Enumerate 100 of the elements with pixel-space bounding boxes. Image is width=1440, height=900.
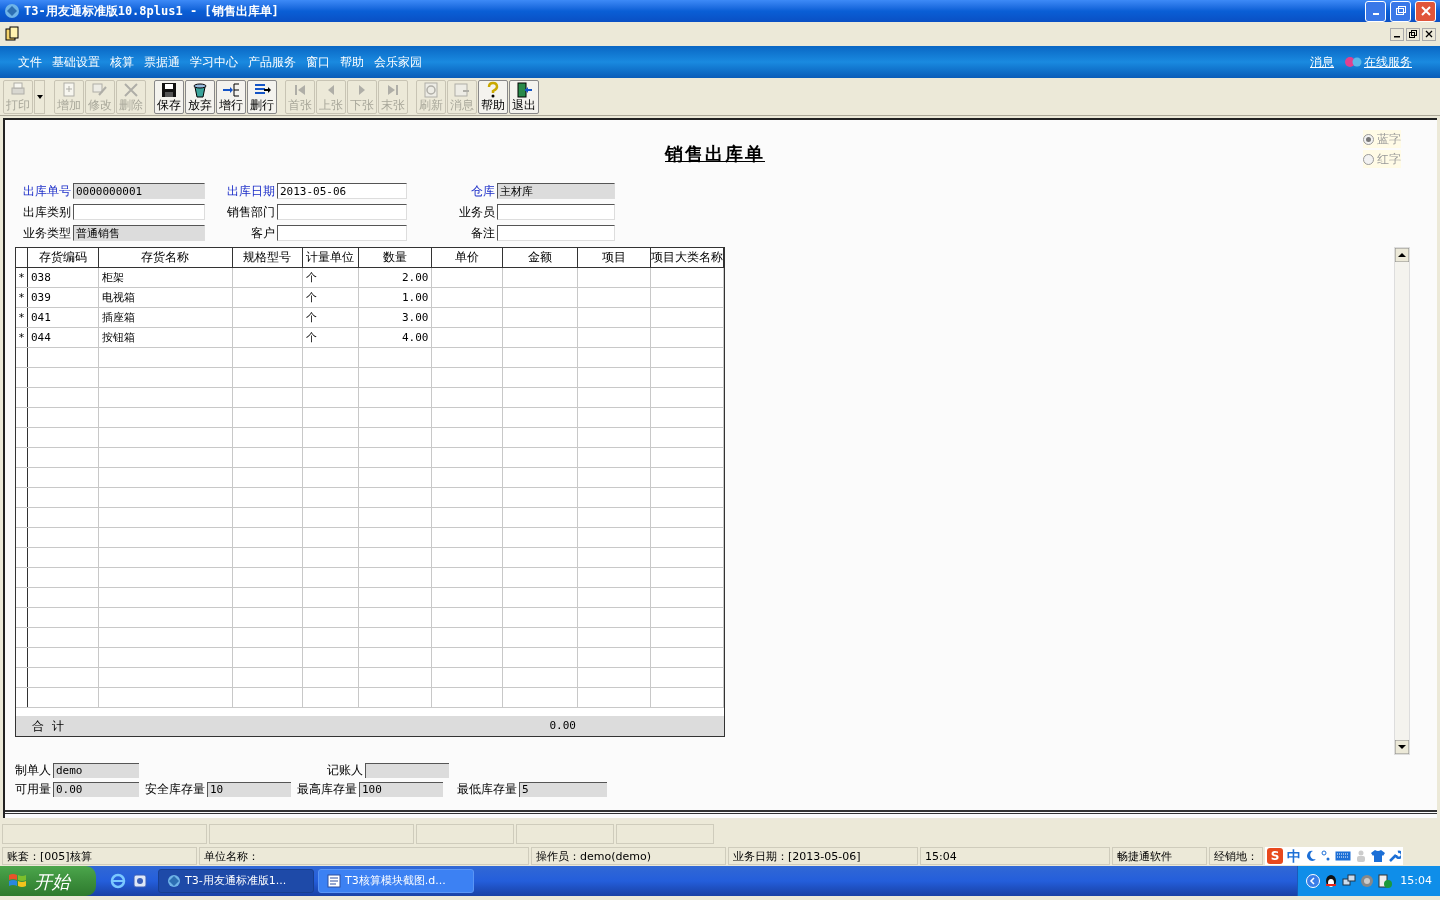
ime-logo: S	[1267, 848, 1283, 864]
form-title: 销售出库单	[665, 142, 765, 166]
table-cell: 个	[302, 328, 359, 347]
media-icon[interactable]	[1378, 874, 1393, 888]
input-field[interactable]: 2013-05-06	[277, 183, 407, 199]
field-label: 销售部门	[226, 204, 276, 221]
input-field[interactable]	[277, 225, 407, 241]
windows-logo-icon	[8, 872, 28, 890]
mdi-minimize-button[interactable]	[1390, 27, 1404, 41]
field-label: 制单人	[14, 762, 51, 779]
input-field[interactable]: 0000000001	[73, 183, 205, 199]
column-header[interactable]: 项目大类名称	[651, 248, 724, 267]
input-field[interactable]	[365, 762, 449, 778]
close-icon	[1425, 30, 1433, 38]
maximize-icon	[1394, 5, 1407, 17]
clock: 15:04	[1400, 872, 1432, 889]
input-field[interactable]	[497, 225, 615, 241]
radio-option[interactable]: 红字	[1363, 150, 1401, 168]
total-amount: 0.00	[549, 717, 576, 734]
table-cell: 电视箱	[98, 288, 233, 307]
field-label: 最低库存量	[456, 781, 517, 798]
start-button[interactable]: 开始	[0, 866, 96, 896]
taskbar-button[interactable]: T3核算模块截图.d...	[318, 869, 474, 893]
toolbar-button[interactable]: 放弃	[185, 79, 215, 114]
input-field[interactable]: 5	[519, 781, 607, 797]
total-label: 合 计	[32, 718, 64, 735]
toolbar-button[interactable]: 增行	[216, 79, 246, 114]
message-link[interactable]: 消息	[1310, 53, 1334, 71]
app-icon	[167, 874, 181, 888]
table-cell: 按钮箱	[98, 328, 233, 347]
status-pane: 单位名称：	[199, 847, 529, 865]
input-field[interactable]	[277, 204, 407, 220]
table-cell: 039	[28, 288, 99, 307]
restore-icon	[1409, 30, 1417, 38]
table-cell: 个	[302, 288, 359, 307]
toolbar-button[interactable]: 删行	[247, 79, 277, 114]
menu-item[interactable]: 基础设置	[52, 53, 100, 71]
input-field[interactable]: 普通销售	[73, 225, 205, 241]
menu-item[interactable]: 窗口	[306, 53, 330, 71]
input-field[interactable]	[73, 204, 205, 220]
field-label: 可用量	[14, 781, 51, 798]
add-row-icon	[222, 81, 240, 99]
table-cell: 3.00	[358, 308, 433, 327]
refresh-icon	[422, 81, 440, 99]
input-field[interactable]: 主材库	[497, 183, 615, 199]
dropdown-button[interactable]	[34, 79, 45, 114]
punctuation-icon[interactable]	[1321, 850, 1331, 862]
menu-item[interactable]: 帮助	[340, 53, 364, 71]
column-header[interactable]: 单价	[432, 248, 504, 267]
column-header[interactable]: 规格型号	[232, 248, 303, 267]
menu-item[interactable]: 学习中心	[190, 53, 238, 71]
network-icon[interactable]	[1342, 874, 1357, 888]
maximize-button[interactable]	[1390, 0, 1411, 22]
radio-option[interactable]: 蓝字	[1363, 130, 1401, 148]
menu-item[interactable]: 会乐家园	[374, 53, 422, 71]
scroll-up-icon[interactable]	[1395, 248, 1409, 262]
message-icon	[453, 81, 471, 99]
column-header[interactable]: 金额	[503, 248, 579, 267]
input-field[interactable]	[497, 204, 615, 220]
status-pane: 经销地：	[1209, 847, 1263, 865]
ime-mode[interactable]: 中	[1287, 845, 1301, 867]
mdi-close-button[interactable]	[1422, 27, 1436, 41]
status-pane: 操作员：demo(demo)	[531, 847, 726, 865]
ime-toolbar[interactable]: S 中	[1265, 847, 1403, 865]
status-pane: 15:04	[920, 847, 1110, 865]
input-field[interactable]: demo	[53, 762, 139, 778]
field-label: 出库单号	[22, 183, 72, 200]
toolbar-button[interactable]: 保存	[154, 79, 184, 114]
column-header[interactable]: 计量单位	[302, 248, 359, 267]
moon-icon[interactable]	[1305, 850, 1317, 862]
menu-item[interactable]: 票据通	[144, 53, 180, 71]
shirt-icon[interactable]	[1371, 850, 1385, 862]
column-header[interactable]: 存货编码	[28, 248, 99, 267]
input-field[interactable]: 10	[207, 781, 291, 797]
status-pane: 账套：[005]核算	[2, 847, 197, 865]
toolbar-button[interactable]: 帮助	[478, 79, 508, 114]
column-header[interactable]: 项目	[578, 248, 652, 267]
online-service-link[interactable]: 在线服务	[1364, 53, 1412, 71]
penguin-icon[interactable]	[1324, 874, 1339, 888]
scroll-down-icon[interactable]	[1395, 740, 1409, 754]
column-header[interactable]: 存货名称	[98, 248, 233, 267]
field-label: 备注	[470, 225, 496, 242]
close-button[interactable]	[1415, 0, 1436, 22]
menu-item[interactable]: 产品服务	[248, 53, 296, 71]
menu-item[interactable]: 文件	[18, 53, 42, 71]
taskbar-button[interactable]: T3-用友通标准版1...	[158, 869, 314, 893]
table-cell: 个	[302, 308, 359, 327]
mdi-restore-button[interactable]	[1406, 27, 1420, 41]
toolbar-button[interactable]: 退出	[509, 79, 539, 114]
column-header[interactable]: 数量	[358, 248, 433, 267]
field-label: 安全库存量	[144, 781, 205, 798]
status-pane: 畅捷通软件	[1112, 847, 1207, 865]
minimize-button[interactable]	[1365, 0, 1386, 22]
input-field[interactable]: 0.00	[53, 781, 139, 797]
scrollbar[interactable]	[1394, 247, 1410, 755]
keyboard-icon[interactable]	[1335, 850, 1351, 862]
input-field[interactable]: 100	[359, 781, 443, 797]
field-label: 业务员	[458, 204, 496, 221]
chevron-left-icon[interactable]	[1306, 874, 1321, 888]
menu-item[interactable]: 核算	[110, 53, 134, 71]
